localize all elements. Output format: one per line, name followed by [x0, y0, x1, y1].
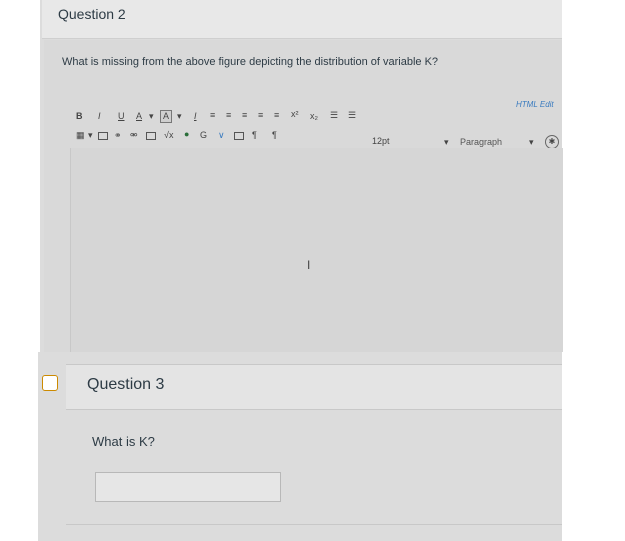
answer-input[interactable]: [95, 472, 281, 502]
add-app-icon[interactable]: G: [200, 130, 207, 141]
italic-button[interactable]: I: [98, 111, 101, 122]
ltr-direction-icon[interactable]: ¶: [252, 130, 257, 141]
question-2-prompt: What is missing from the above figure de…: [62, 56, 439, 68]
question-3-title: Question 3: [87, 376, 165, 393]
equation-button[interactable]: √x: [164, 130, 173, 141]
font-size-select[interactable]: 12pt: [372, 136, 390, 146]
align-center-icon[interactable]: ≡: [226, 110, 231, 121]
align-left-icon[interactable]: ≡: [210, 110, 215, 121]
bold-button[interactable]: B: [76, 111, 83, 122]
bullet-list-icon[interactable]: ☰: [330, 110, 338, 121]
underline-button[interactable]: U: [118, 111, 125, 122]
subscript-button[interactable]: x₂: [310, 111, 318, 122]
question-2-title: Question 2: [58, 6, 126, 22]
unlink-icon[interactable]: ⚮: [130, 130, 138, 141]
justify-icon[interactable]: ≡: [258, 110, 263, 121]
table-dropdown-icon[interactable]: ▾: [88, 130, 93, 141]
highlight-dropdown-icon[interactable]: ▾: [177, 111, 182, 122]
align-right-icon[interactable]: ≡: [242, 110, 247, 121]
paragraph-select[interactable]: Paragraph: [460, 137, 502, 147]
numbered-list-icon[interactable]: ☰: [348, 110, 356, 121]
clear-format-button[interactable]: I: [194, 111, 197, 122]
question-3-divider: [66, 524, 562, 525]
rtl-direction-icon[interactable]: ¶: [272, 130, 277, 141]
video-icon[interactable]: [234, 132, 244, 140]
text-cursor-icon: I: [307, 258, 311, 272]
rich-text-editor[interactable]: [70, 148, 563, 352]
question-3-prompt: What is K?: [92, 434, 155, 449]
embed-icon[interactable]: ●: [184, 129, 189, 140]
table-icon[interactable]: ▦: [76, 130, 85, 141]
indent-icon[interactable]: ≡: [274, 110, 279, 121]
superscript-button[interactable]: x²: [291, 109, 299, 120]
accessibility-icon[interactable]: ✱: [545, 135, 559, 149]
html-editor-link[interactable]: HTML Edit: [516, 100, 554, 109]
link-icon[interactable]: ⚭: [114, 130, 122, 141]
font-color-button[interactable]: A: [136, 111, 142, 122]
image-icon[interactable]: [146, 132, 156, 140]
more-dropdown-icon[interactable]: ▾: [529, 137, 534, 148]
paragraph-dropdown-icon[interactable]: ▾: [444, 137, 449, 148]
flag-question-icon[interactable]: [42, 375, 58, 391]
media-icon[interactable]: [98, 132, 108, 140]
chevron-down-icon[interactable]: ∨: [218, 130, 225, 141]
font-color-dropdown-icon[interactable]: ▾: [149, 111, 154, 122]
highlight-button[interactable]: A: [160, 110, 173, 123]
